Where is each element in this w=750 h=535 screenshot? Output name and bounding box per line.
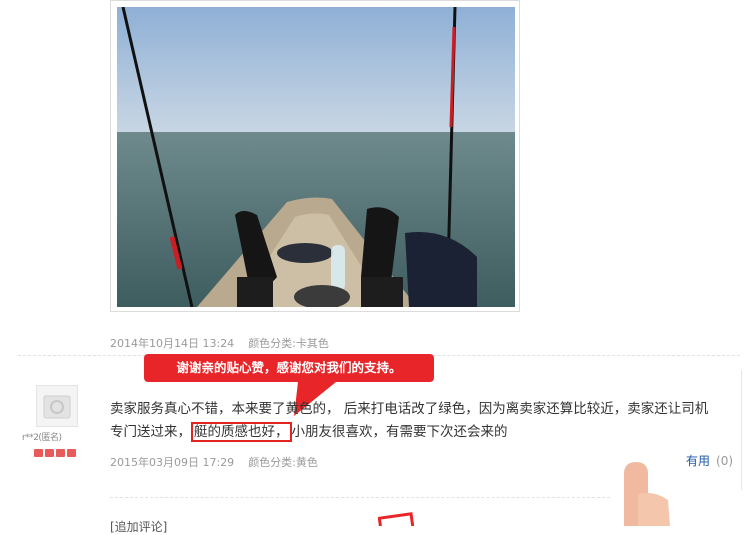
review-divider-2 bbox=[110, 497, 610, 498]
useful-label[interactable]: 有用 bbox=[686, 454, 710, 468]
review2-line2-pre: 专门送过来， bbox=[110, 424, 191, 440]
credit-icon bbox=[56, 449, 65, 457]
review1-date: 2014年10月14日 13:24 bbox=[110, 337, 235, 350]
review2-line2-post: 小朋友很喜欢，有需要下次还会来的 bbox=[291, 424, 508, 440]
review2-text: 卖家服务真心不错，本来要了黄色的， 后来打电话改了绿色，因为离卖家还算比较近，卖… bbox=[110, 398, 750, 444]
bubble-text: 谢谢亲的贴心赞，感谢您对我们的支持。 bbox=[176, 360, 402, 375]
buyer-credit-badge bbox=[34, 449, 78, 457]
seller-reply-bubble: 谢谢亲的贴心赞，感谢您对我们的支持。 bbox=[144, 354, 434, 382]
right-border bbox=[741, 370, 742, 490]
review2-line2: 专门送过来， 艇的质感也好， 小朋友很喜欢，有需要下次还会来的 bbox=[110, 421, 750, 444]
thumbs-up-icon bbox=[624, 462, 670, 526]
useful-count: (0) bbox=[716, 454, 734, 468]
credit-icon bbox=[34, 449, 43, 457]
avatar-placeholder-icon bbox=[43, 395, 71, 419]
review3-partial: [追加评论] bbox=[110, 520, 168, 534]
review-photo[interactable] bbox=[110, 0, 520, 312]
review1-color: 颜色分类:卡其色 bbox=[248, 337, 329, 350]
review2-color: 颜色分类:黄色 bbox=[248, 456, 318, 469]
review1-meta: 2014年10月14日 13:24 颜色分类:卡其色 bbox=[110, 335, 329, 351]
avatar bbox=[36, 385, 78, 427]
review2-meta: 2015年03月09日 17:29 颜色分类:黄色 bbox=[110, 454, 318, 470]
credit-icon bbox=[45, 449, 54, 457]
kayak-photo bbox=[117, 7, 515, 307]
stamp-icon bbox=[378, 512, 414, 526]
review2-date: 2015年03月09日 17:29 bbox=[110, 456, 235, 469]
reviewer-name: r**2(匿名) bbox=[22, 433, 62, 443]
credit-icon bbox=[67, 449, 76, 457]
useful-button[interactable]: 有用 (0) bbox=[686, 452, 733, 469]
highlighted-phrase: 艇的质感也好， bbox=[191, 422, 292, 442]
review2-line1: 卖家服务真心不错，本来要了黄色的， 后来打电话改了绿色，因为离卖家还算比较近，卖… bbox=[110, 401, 709, 417]
